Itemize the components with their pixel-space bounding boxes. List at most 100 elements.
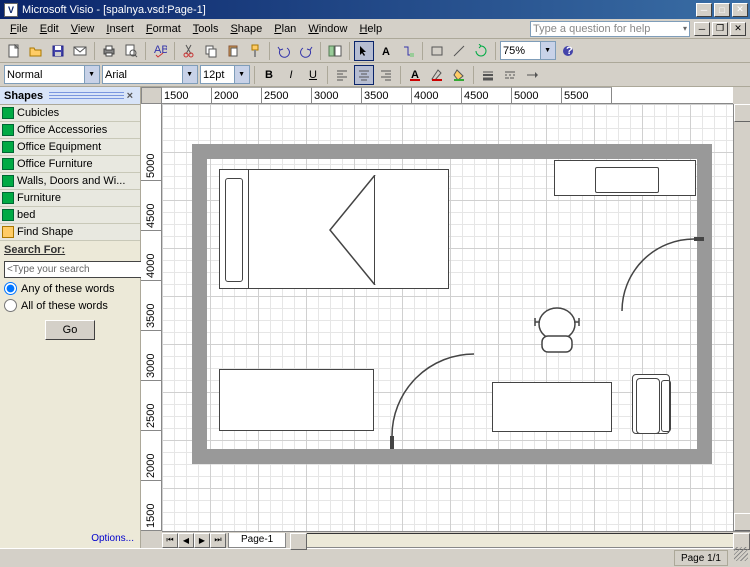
doc-minimize-button[interactable]: ─ — [694, 22, 710, 36]
align-center-button[interactable] — [354, 65, 374, 85]
search-label: Search For: — [0, 241, 140, 259]
desk-shape[interactable] — [492, 382, 612, 432]
tv-shelf-shape[interactable] — [554, 160, 696, 196]
titlebar-text: Microsoft Visio - [spalnya.vsd:Page-1] — [22, 4, 696, 16]
door-shape[interactable] — [392, 354, 474, 436]
print-preview-button[interactable] — [121, 41, 141, 61]
menu-file[interactable]: File — [4, 21, 34, 37]
redo-button[interactable] — [296, 41, 316, 61]
pointer-tool-button[interactable] — [354, 41, 374, 61]
search-go-button[interactable]: Go — [45, 320, 95, 340]
menu-insert[interactable]: Insert — [100, 21, 140, 37]
prev-page-button[interactable]: ◀ — [178, 533, 194, 548]
line-color-button[interactable] — [427, 65, 447, 85]
align-right-button[interactable] — [376, 65, 396, 85]
doc-restore-button[interactable]: ❐ — [712, 22, 728, 36]
titlebar: V Microsoft Visio - [spalnya.vsd:Page-1]… — [0, 0, 750, 19]
stencil-item[interactable]: Office Furniture — [0, 156, 140, 173]
open-button[interactable] — [26, 41, 46, 61]
drawing-canvas[interactable] — [162, 104, 733, 531]
radio-all-words[interactable]: All of these words — [0, 297, 140, 314]
zoom-combo[interactable]: 75%▼ — [500, 41, 556, 60]
line-pattern-button[interactable] — [500, 65, 520, 85]
vertical-scrollbar[interactable] — [733, 104, 750, 531]
italic-button[interactable]: I — [281, 65, 301, 85]
print-button[interactable] — [99, 41, 119, 61]
cut-button[interactable] — [179, 41, 199, 61]
bold-button[interactable]: B — [259, 65, 279, 85]
maximize-button[interactable]: □ — [714, 3, 730, 17]
menu-tools[interactable]: Tools — [187, 21, 225, 37]
shapes-close-button[interactable]: × — [124, 90, 136, 102]
email-button[interactable] — [70, 41, 90, 61]
shape-search-input[interactable] — [4, 261, 142, 278]
menubar: FileEditViewInsertFormatToolsShapePlanWi… — [0, 19, 750, 39]
rectangle-tool-button[interactable] — [427, 41, 447, 61]
stencil-item[interactable]: Cubicles — [0, 105, 140, 122]
close-button[interactable]: ✕ — [732, 3, 748, 17]
line-ends-button[interactable] — [522, 65, 542, 85]
rotate-tool-button[interactable] — [471, 41, 491, 61]
stencil-item[interactable]: Office Accessories — [0, 122, 140, 139]
door-shape-2[interactable] — [622, 239, 694, 311]
next-page-button[interactable]: ▶ — [194, 533, 210, 548]
menu-view[interactable]: View — [65, 21, 101, 37]
shapes-panel-header: Shapes × — [0, 87, 140, 105]
dresser-shape[interactable] — [219, 369, 374, 431]
radio-any-words[interactable]: Any of these words — [0, 280, 140, 297]
svg-text:ABC: ABC — [154, 44, 167, 56]
floor-plan-drawing — [192, 144, 712, 464]
last-page-button[interactable]: ⏭ — [210, 533, 226, 548]
app-icon: V — [4, 3, 18, 17]
help-button[interactable]: ? — [558, 41, 578, 61]
spelling-button[interactable]: ABC — [150, 41, 170, 61]
line-tool-button[interactable] — [449, 41, 469, 61]
armchair-shape[interactable] — [632, 374, 670, 434]
horizontal-scrollbar[interactable] — [290, 533, 750, 548]
menu-format[interactable]: Format — [140, 21, 187, 37]
undo-button[interactable] — [274, 41, 294, 61]
bed-shape[interactable] — [219, 169, 449, 289]
new-button[interactable] — [4, 41, 24, 61]
font-combo[interactable]: Arial▼ — [102, 65, 198, 84]
style-combo[interactable]: Normal▼ — [4, 65, 100, 84]
doc-close-button[interactable]: ✕ — [730, 22, 746, 36]
shapes-window-button[interactable] — [325, 41, 345, 61]
connector-tool-button[interactable] — [398, 41, 418, 61]
help-search-input[interactable]: Type a question for help — [530, 21, 690, 37]
chair-shape[interactable] — [532, 302, 582, 358]
font-color-button[interactable]: A — [405, 65, 425, 85]
align-left-button[interactable] — [332, 65, 352, 85]
page-tab[interactable]: Page-1 — [228, 533, 286, 548]
horizontal-ruler[interactable]: 150020002500300035004000450050005500 — [162, 87, 733, 104]
underline-button[interactable]: U — [303, 65, 323, 85]
menu-plan[interactable]: Plan — [268, 21, 302, 37]
menu-window[interactable]: Window — [302, 21, 353, 37]
svg-text:A: A — [382, 46, 390, 58]
options-link[interactable]: Options... — [0, 529, 140, 548]
line-weight-button[interactable] — [478, 65, 498, 85]
vertical-ruler[interactable]: 15002000250030003500400045005000 — [141, 104, 162, 531]
formatting-toolbar: Normal▼ Arial▼ 12pt▼ B I U A — [0, 63, 750, 87]
stencil-item[interactable]: bed — [0, 207, 140, 224]
copy-button[interactable] — [201, 41, 221, 61]
format-painter-button[interactable] — [245, 41, 265, 61]
stencil-item[interactable]: Find Shape — [0, 224, 140, 241]
menu-shape[interactable]: Shape — [224, 21, 268, 37]
text-tool-button[interactable]: A — [376, 41, 396, 61]
paste-button[interactable] — [223, 41, 243, 61]
minimize-button[interactable]: ─ — [696, 3, 712, 17]
stencil-item[interactable]: Walls, Doors and Wi... — [0, 173, 140, 190]
stencil-item[interactable]: Office Equipment — [0, 139, 140, 156]
save-button[interactable] — [48, 41, 68, 61]
first-page-button[interactable]: ⏮ — [162, 533, 178, 548]
menu-help[interactable]: Help — [353, 21, 388, 37]
statusbar: Page 1/1 — [0, 548, 750, 567]
font-size-combo[interactable]: 12pt▼ — [200, 65, 250, 84]
stencil-item[interactable]: Furniture — [0, 190, 140, 207]
canvas-area: 150020002500300035004000450050005500 150… — [141, 87, 750, 548]
menu-edit[interactable]: Edit — [34, 21, 65, 37]
resize-grip[interactable] — [734, 547, 748, 561]
shapes-panel: Shapes × CubiclesOffice AccessoriesOffic… — [0, 87, 141, 548]
fill-color-button[interactable] — [449, 65, 469, 85]
